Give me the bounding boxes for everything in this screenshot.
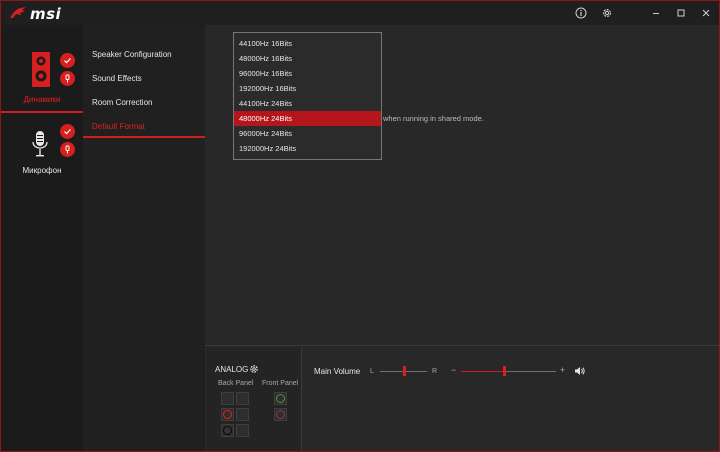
device-microphone-label: Микрофон bbox=[22, 166, 62, 175]
front-panel-label: Front Panel bbox=[262, 380, 299, 387]
audio-jack-icon bbox=[65, 74, 70, 83]
device-microphone[interactable]: Микрофон bbox=[1, 115, 83, 185]
jack-ring-icon bbox=[276, 394, 285, 403]
format-option[interactable]: 96000Hz 24Bits bbox=[234, 126, 381, 141]
check-icon bbox=[64, 57, 71, 64]
minimize-button[interactable] bbox=[647, 4, 665, 22]
jack-ring-icon bbox=[223, 410, 232, 419]
jack-badge bbox=[60, 71, 75, 86]
back-jack-black[interactable] bbox=[221, 424, 234, 437]
maximize-button[interactable] bbox=[672, 4, 690, 22]
jack-ring-icon bbox=[276, 410, 285, 419]
check-icon bbox=[64, 128, 71, 135]
format-option[interactable]: 44100Hz 24Bits bbox=[234, 96, 381, 111]
settings-button[interactable] bbox=[598, 4, 616, 22]
analog-panel: ANALOG Back Panel Front Panel bbox=[207, 347, 302, 451]
back-panel-label: Back Panel bbox=[218, 380, 254, 387]
settings-menu: Speaker Configuration Sound Effects Room… bbox=[83, 25, 205, 451]
speaker-icon bbox=[32, 52, 50, 87]
jack-ring-icon bbox=[223, 426, 232, 435]
format-option[interactable]: 44100Hz 16Bits bbox=[234, 36, 381, 51]
front-jack-pink[interactable] bbox=[274, 408, 287, 421]
format-option-selected[interactable]: 48000Hz 24Bits bbox=[234, 111, 381, 126]
main-volume-label: Main Volume bbox=[314, 367, 361, 376]
balance-left-label: L bbox=[370, 368, 374, 375]
info-icon bbox=[575, 7, 587, 19]
balance-right-label: R bbox=[432, 368, 438, 375]
title-bar[interactable]: msi bbox=[1, 1, 719, 25]
format-option[interactable]: 48000Hz 16Bits bbox=[234, 51, 381, 66]
volume-fill bbox=[461, 371, 504, 372]
minimize-icon bbox=[653, 13, 659, 14]
check-badge bbox=[60, 53, 75, 68]
jack-badge bbox=[60, 142, 75, 157]
format-option[interactable]: 192000Hz 16Bits bbox=[234, 81, 381, 96]
maximize-icon bbox=[677, 9, 685, 17]
back-jack-red[interactable] bbox=[221, 408, 234, 421]
active-menu-underline bbox=[83, 136, 205, 138]
menu-room-correction[interactable]: Room Correction bbox=[92, 98, 152, 107]
dragon-logo-icon bbox=[9, 6, 27, 22]
gear-icon bbox=[250, 365, 258, 373]
format-option[interactable]: 192000Hz 24Bits bbox=[234, 141, 381, 156]
back-jack-empty[interactable] bbox=[236, 408, 249, 421]
close-button[interactable] bbox=[697, 4, 715, 22]
shared-mode-note: when running in shared mode. bbox=[383, 114, 484, 123]
close-icon bbox=[702, 9, 710, 17]
back-jack-empty[interactable] bbox=[221, 392, 234, 405]
brand-name: msi bbox=[30, 5, 62, 23]
back-jack-empty[interactable] bbox=[236, 424, 249, 437]
device-speakers[interactable]: Динамики bbox=[1, 25, 83, 115]
info-button[interactable] bbox=[572, 4, 590, 22]
app-logo: msi bbox=[9, 5, 61, 23]
analog-settings-button[interactable] bbox=[249, 364, 259, 376]
speaker-mute-button[interactable] bbox=[574, 366, 585, 378]
menu-speaker-configuration[interactable]: Speaker Configuration bbox=[92, 50, 172, 59]
menu-sound-effects[interactable]: Sound Effects bbox=[92, 74, 142, 83]
format-option[interactable]: 96000Hz 16Bits bbox=[234, 66, 381, 81]
audio-jack-icon bbox=[65, 145, 70, 154]
volume-icon bbox=[575, 367, 585, 375]
bottom-divider bbox=[205, 345, 719, 346]
active-device-underline bbox=[1, 111, 83, 113]
app-window: msi Динамики Микрофон Speaker Configurat… bbox=[0, 0, 720, 452]
device-sidebar: Динамики Микрофон bbox=[1, 25, 83, 451]
gear-icon bbox=[602, 8, 612, 18]
front-jack-green[interactable] bbox=[274, 392, 287, 405]
analog-title: ANALOG bbox=[215, 365, 249, 374]
microphone-icon bbox=[32, 131, 48, 157]
menu-default-format[interactable]: Default Format bbox=[92, 122, 145, 131]
volume-increase-button[interactable]: + bbox=[560, 365, 565, 375]
volume-slider-thumb[interactable] bbox=[502, 366, 506, 376]
device-speakers-label: Динамики bbox=[23, 95, 61, 104]
volume-decrease-button[interactable]: − bbox=[451, 365, 456, 375]
check-badge bbox=[60, 124, 75, 139]
format-dropdown-list[interactable]: 44100Hz 16Bits 48000Hz 16Bits 96000Hz 16… bbox=[233, 32, 382, 160]
back-jack-empty[interactable] bbox=[236, 392, 249, 405]
balance-slider-thumb[interactable] bbox=[402, 366, 406, 376]
